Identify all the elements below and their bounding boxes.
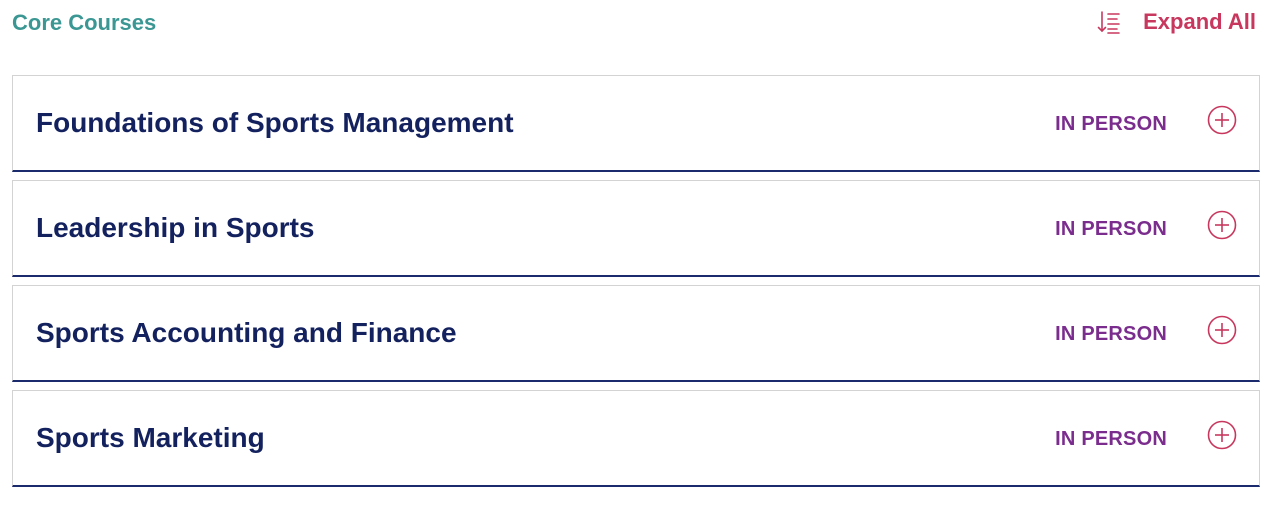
- delivery-mode-label: IN PERSON: [1055, 323, 1167, 345]
- section-header: Core Courses Expand All: [0, 0, 1280, 50]
- expand-all-button[interactable]: Expand All: [1097, 8, 1256, 36]
- section-title: Core Courses: [12, 10, 157, 35]
- delivery-mode-label: IN PERSON: [1055, 428, 1167, 450]
- sort-descending-list-icon: [1097, 9, 1121, 35]
- accordion-item-sports-accounting-and-finance[interactable]: Sports Accounting and Finance IN PERSON: [12, 285, 1260, 382]
- expand-all-label: Expand All: [1143, 9, 1256, 34]
- course-title: Sports Marketing: [36, 422, 265, 453]
- delivery-mode-label: IN PERSON: [1055, 218, 1167, 240]
- accordion-item-sports-marketing[interactable]: Sports Marketing IN PERSON: [12, 390, 1260, 487]
- course-accordion: Foundations of Sports Management IN PERS…: [12, 75, 1260, 495]
- course-title: Foundations of Sports Management: [36, 107, 514, 138]
- accordion-item-foundations-of-sports-management[interactable]: Foundations of Sports Management IN PERS…: [12, 75, 1260, 172]
- delivery-mode-label: IN PERSON: [1055, 113, 1167, 135]
- plus-circle-icon[interactable]: [1207, 420, 1237, 450]
- course-title: Sports Accounting and Finance: [36, 317, 457, 348]
- course-title: Leadership in Sports: [36, 212, 315, 243]
- plus-circle-icon[interactable]: [1207, 315, 1237, 345]
- plus-circle-icon[interactable]: [1207, 210, 1237, 240]
- accordion-item-leadership-in-sports[interactable]: Leadership in Sports IN PERSON: [12, 180, 1260, 277]
- plus-circle-icon[interactable]: [1207, 105, 1237, 135]
